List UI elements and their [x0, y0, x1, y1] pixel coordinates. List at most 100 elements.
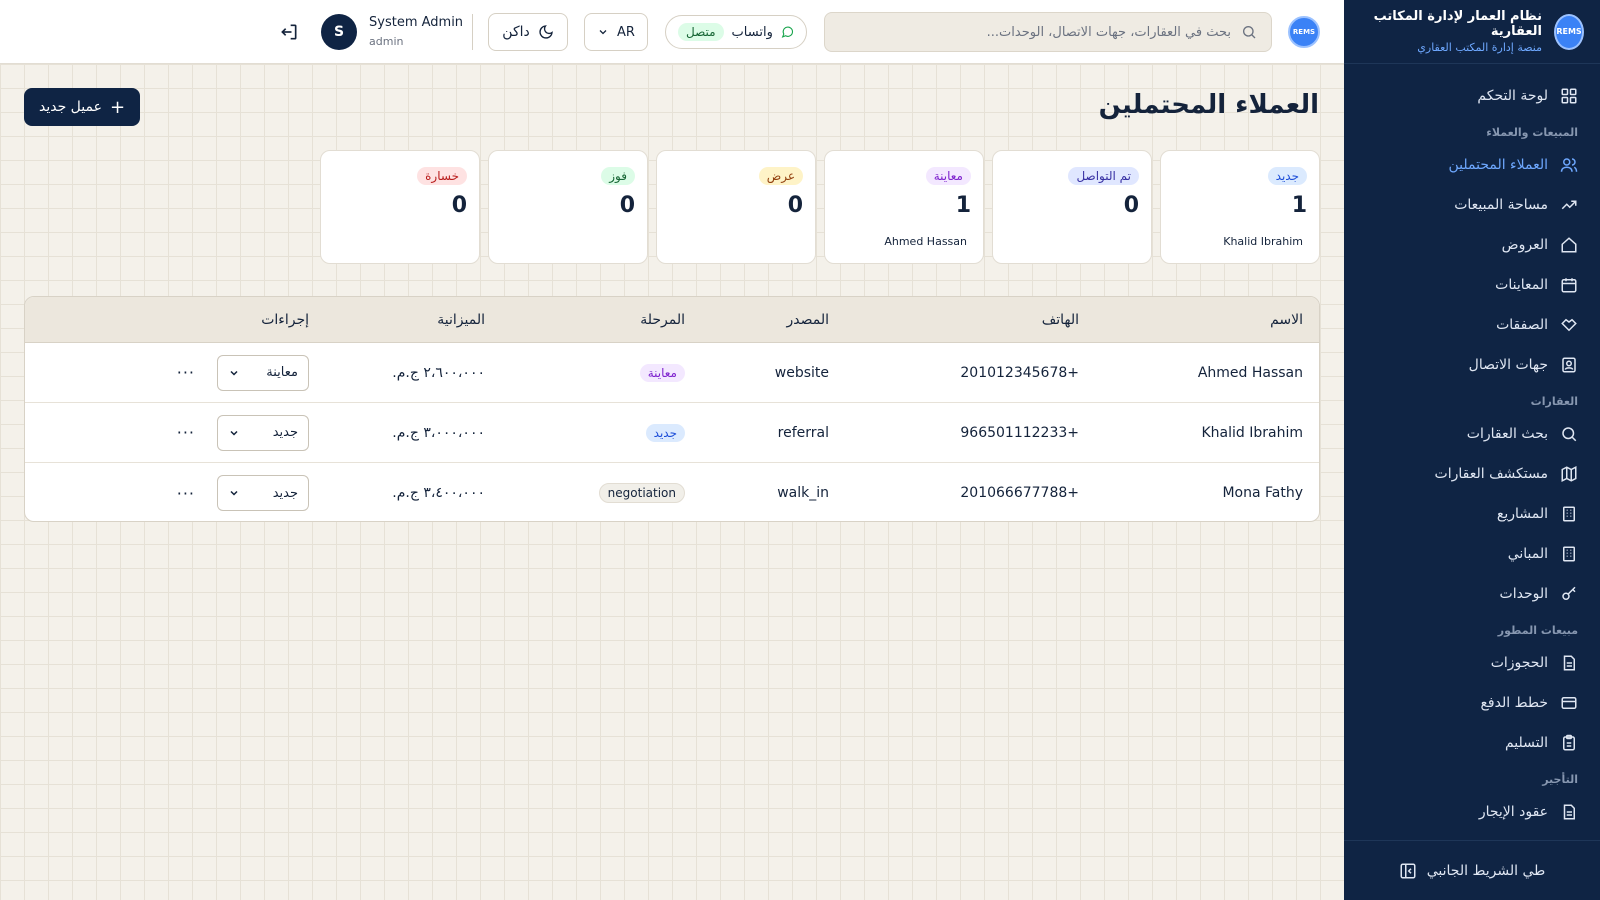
stage-badge: فوز — [601, 167, 635, 185]
lead-source: referral — [777, 424, 829, 441]
collapse-label: طي الشريط الجانبي — [1426, 862, 1546, 879]
lead-stage-cell: جديد — [645, 403, 685, 462]
sidebar-item-handover[interactable]: التسليم — [1344, 723, 1600, 763]
stage-badge: negotiation — [598, 483, 685, 503]
sidebar-item-sales-space[interactable]: مساحة المبيعات — [1344, 185, 1600, 225]
header-stage[interactable]: المرحلة — [640, 297, 685, 342]
sidebar-item-offers[interactable]: العروض — [1344, 225, 1600, 265]
sidebar-item-label: مساحة المبيعات — [1454, 197, 1548, 213]
stage-card-offer[interactable]: عرض 0 — [656, 150, 816, 264]
sidebar-item-reservations[interactable]: الحجوزات — [1344, 643, 1600, 683]
header-name[interactable]: الاسم — [1270, 297, 1303, 342]
sidebar-item-buildings[interactable]: المباني — [1344, 534, 1600, 574]
calendar-icon — [1561, 278, 1577, 293]
card-icon — [1561, 697, 1577, 709]
home-icon — [1561, 237, 1577, 253]
user-name: System Admin — [369, 15, 464, 30]
building-icon — [1563, 546, 1575, 562]
header-phone[interactable]: الهاتف — [1042, 297, 1079, 342]
stage-card-lost[interactable]: خسارة 0 — [320, 150, 480, 264]
whatsapp-icon — [781, 26, 793, 38]
sidebar-item-dashboard[interactable]: لوحة التحكم — [1344, 76, 1600, 116]
lead-phone: +201066677788 — [960, 485, 1079, 501]
stage-select-value: معاينة — [266, 365, 298, 380]
stage-badge: معاينة — [639, 363, 685, 382]
stage-select-value: جديد — [272, 485, 298, 501]
stage-select[interactable]: جديد — [217, 475, 309, 511]
stage-badge: معاينة — [925, 167, 971, 185]
table-row[interactable]: Khalid Ibrahim +966501112233 referral جد… — [25, 403, 1319, 463]
theme-toggle[interactable]: داكن — [488, 13, 568, 51]
stage-count: 0 — [619, 193, 635, 218]
stage-badge: جديد — [645, 423, 685, 442]
sidebar-section-developer-sales: مبيعات المطور — [1497, 624, 1578, 637]
more-options-icon[interactable]: ··· — [177, 423, 195, 442]
sidebar-section-properties: العقارات — [1530, 395, 1578, 408]
header-actions: إجراءات — [261, 311, 309, 328]
lead-actions: جديد ··· — [177, 403, 309, 462]
contact-icon — [1562, 357, 1576, 373]
more-options-icon[interactable]: ··· — [177, 484, 195, 503]
sidebar-item-label: مستكشف العقارات — [1434, 466, 1548, 482]
collapse-icon — [1400, 863, 1416, 878]
stage-count: 1 — [955, 193, 971, 218]
sidebar-item-label: الصفقات — [1496, 317, 1548, 333]
lead-source: website — [774, 364, 829, 381]
sidebar-item-property-explorer[interactable]: مستكشف العقارات — [1344, 454, 1600, 494]
stage-count: 0 — [1123, 193, 1139, 218]
stage-badge: جديد — [1267, 167, 1307, 185]
file-icon — [1563, 655, 1575, 671]
sidebar-nav: لوحة التحكم المبيعات والعملاء العملاء ال… — [1344, 64, 1600, 840]
sidebar-section-sales: المبيعات والعملاء — [1486, 126, 1578, 139]
header-source[interactable]: المصدر — [787, 297, 830, 342]
stage-card-won[interactable]: فوز 0 — [488, 150, 648, 264]
table-row[interactable]: Ahmed Hassan +201012345678 website معاين… — [25, 343, 1319, 403]
header-budget[interactable]: الميزانية — [437, 297, 485, 342]
sidebar-item-payment-plans[interactable]: خطط الدفع — [1344, 683, 1600, 723]
lead-stage-cell: معاينة — [639, 343, 685, 402]
stage-card-contacted[interactable]: تم التواصل 0 — [992, 150, 1152, 264]
table-header: الاسم الهاتف المصدر المرحلة الميزانية إج… — [25, 297, 1319, 343]
stage-card-new[interactable]: جديد 1 Khalid Ibrahim — [1160, 150, 1320, 264]
global-search[interactable] — [824, 12, 1272, 52]
stage-select[interactable]: معاينة — [217, 354, 309, 391]
sidebar-item-label: بحث العقارات — [1466, 426, 1548, 442]
sidebar-item-viewings[interactable]: المعاينات — [1344, 265, 1600, 305]
brand-header[interactable]: REMS نظام العمار لإدارة المكاتب العقارية… — [1344, 0, 1600, 64]
chevron-down-icon — [230, 430, 238, 436]
users-icon — [1560, 158, 1578, 172]
search-input[interactable] — [839, 24, 1231, 40]
lead-name: Mona Fathy — [1222, 485, 1303, 501]
sidebar-item-label: لوحة التحكم — [1477, 88, 1548, 104]
lead-phone: +966501112233 — [960, 424, 1079, 441]
stage-count: 0 — [451, 193, 467, 218]
brand-title: نظام العمار لإدارة المكاتب العقارية — [1373, 9, 1543, 39]
table-row[interactable]: Mona Fathy +201066677788 walk_in negotia… — [25, 463, 1319, 521]
collapse-sidebar-button[interactable]: طي الشريط الجانبي — [1344, 840, 1600, 900]
lead-budget: ٣،٤٠٠،٠٠٠ ج.م. — [392, 485, 485, 501]
sidebar-item-label: المشاريع — [1496, 506, 1548, 522]
leads-table: الاسم الهاتف المصدر المرحلة الميزانية إج… — [24, 296, 1320, 522]
stage-select[interactable]: جديد — [217, 414, 309, 451]
sidebar-item-leads[interactable]: العملاء المحتملين — [1344, 145, 1600, 185]
more-options-icon[interactable]: ··· — [177, 363, 195, 382]
whatsapp-status-pill[interactable]: واتساب متصل — [665, 15, 807, 49]
sidebar-item-property-search[interactable]: بحث العقارات — [1344, 414, 1600, 454]
sidebar-item-deals[interactable]: الصفقات — [1344, 305, 1600, 345]
language-label: AR — [617, 24, 635, 40]
sidebar-item-projects[interactable]: المشاريع — [1344, 494, 1600, 534]
lead-actions: معاينة ··· — [177, 343, 309, 402]
avatar[interactable]: S — [321, 14, 357, 50]
sidebar-item-leases[interactable]: عقود الإيجار — [1344, 792, 1600, 832]
new-lead-button[interactable]: + عميل جديد — [24, 88, 140, 126]
lead-name: Ahmed Hassan — [1197, 364, 1303, 381]
new-lead-label: عميل جديد — [38, 99, 102, 115]
sidebar-item-label: عقود الإيجار — [1478, 804, 1548, 820]
brand-subtitle: منصة إدارة المكتب العقاري — [1417, 41, 1543, 54]
stage-card-viewing[interactable]: معاينة 1 Ahmed Hassan — [824, 150, 984, 264]
sidebar-item-contacts[interactable]: جهات الاتصال — [1344, 345, 1600, 385]
logout-icon[interactable] — [279, 22, 299, 42]
language-switch[interactable]: AR — [584, 13, 648, 51]
sidebar-item-units[interactable]: الوحدات — [1344, 574, 1600, 614]
stage-badge: تم التواصل — [1068, 167, 1139, 185]
